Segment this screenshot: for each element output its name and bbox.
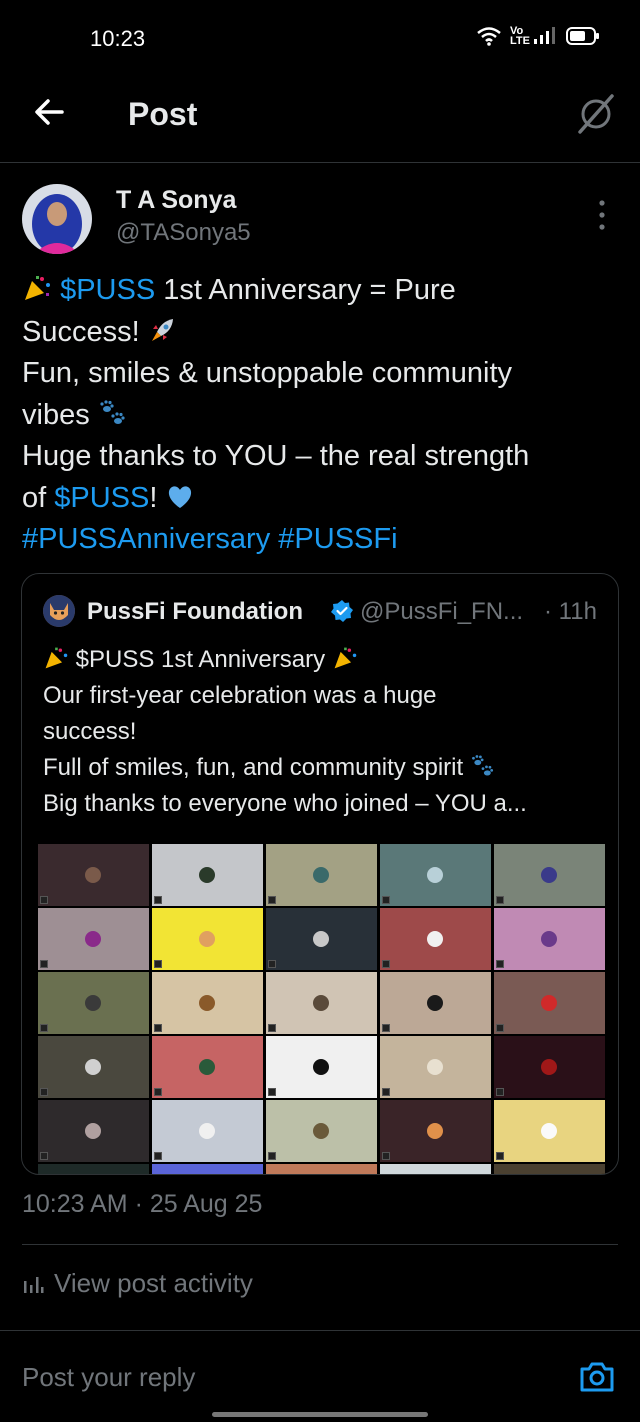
page-title: Post — [128, 96, 198, 132]
grid-tile — [266, 1164, 377, 1174]
battery-icon — [566, 27, 599, 45]
grid-tile — [266, 1100, 377, 1162]
status-icons: Vo LTE — [476, 25, 600, 47]
grid-tile — [494, 908, 605, 970]
grid-tile — [38, 972, 149, 1034]
view-post-activity-link[interactable]: View post activity — [22, 1268, 253, 1299]
grid-tile — [494, 972, 605, 1034]
grid-tile — [494, 844, 605, 906]
back-button[interactable] — [30, 92, 70, 132]
signal-icon — [534, 27, 555, 44]
author-handle[interactable]: @TASonya5 — [116, 219, 251, 247]
post-text-line: Huge thanks to YOU – the real strength — [22, 440, 530, 472]
quoted-post-time: · 11h — [544, 598, 597, 625]
rocket-emoji-icon — [151, 318, 173, 341]
grid-tile — [38, 908, 149, 970]
grid-tile — [380, 972, 491, 1034]
grid-tile — [380, 1164, 491, 1174]
quoted-text-line: Big thanks to everyone who joined – YOU … — [43, 790, 527, 817]
paw-prints-emoji-icon — [471, 755, 493, 776]
grid-tile — [380, 908, 491, 970]
grid-tile — [152, 1164, 263, 1174]
grid-tile — [152, 908, 263, 970]
grid-tile — [380, 1100, 491, 1162]
quoted-post-text: $PUSS 1st Anniversary Our first-year cel… — [43, 642, 603, 822]
grid-tile — [494, 1100, 605, 1162]
grid-tile — [38, 844, 149, 906]
cashtag-link[interactable]: $PUSS — [60, 274, 155, 306]
grid-tile — [494, 1164, 605, 1174]
grid-tile — [38, 1036, 149, 1098]
author-name[interactable]: T A Sonya — [116, 186, 236, 215]
quoted-author-name[interactable]: PussFi Foundation — [87, 598, 303, 626]
divider — [0, 1330, 640, 1331]
back-arrow-icon — [35, 99, 64, 125]
post-text-line: ! — [149, 481, 166, 514]
cashtag-link[interactable]: $PUSS — [54, 482, 149, 514]
author-avatar[interactable] — [22, 184, 92, 254]
quoted-author-handle: @PussFi_FN... — [360, 598, 524, 625]
post-text-line: 1st Anniversary = Pure — [155, 274, 456, 306]
quoted-text-line: Full of smiles, fun, and community spiri… — [43, 754, 470, 781]
quoted-text-line: Our first-year celebration was a huge — [43, 682, 437, 709]
wifi-icon — [477, 27, 501, 46]
reply-input[interactable]: Post your reply — [22, 1362, 195, 1393]
more-vertical-icon — [599, 200, 605, 230]
grid-tile — [38, 1164, 149, 1174]
grok-button[interactable] — [574, 92, 618, 136]
post-timestamp: 10:23 AM · 25 Aug 25 — [22, 1190, 263, 1218]
grid-tile — [152, 972, 263, 1034]
grid-tile — [38, 1100, 149, 1162]
grid-tile — [152, 844, 263, 906]
grid-tile — [380, 844, 491, 906]
grid-tile — [266, 972, 377, 1034]
home-indicator[interactable] — [212, 1412, 428, 1417]
verified-badge-icon — [330, 599, 354, 623]
network-label: Vo LTE — [510, 25, 530, 47]
grid-tile — [152, 1100, 263, 1162]
status-time: 10:23 — [90, 26, 146, 51]
party-popper-emoji-icon — [25, 276, 50, 300]
view-post-activity-label: View post activity — [54, 1268, 253, 1298]
blue-heart-emoji-icon — [169, 485, 192, 508]
grid-tile — [152, 1036, 263, 1098]
quoted-text-line: success! — [43, 718, 137, 745]
camera-button[interactable] — [578, 1358, 616, 1396]
hashtag-link[interactable]: #PUSSAnniversary — [22, 523, 270, 555]
post-text: $PUSS 1st Anniversary = Pure Success! Fu… — [22, 270, 622, 561]
hashtag-link[interactable]: #PUSSFi — [278, 523, 397, 555]
bar-chart-icon — [24, 1276, 44, 1293]
grid-tile — [266, 1036, 377, 1098]
grid-tile — [266, 908, 377, 970]
post-text-line: vibes — [22, 398, 98, 431]
post-text-line: of — [22, 481, 55, 514]
divider — [22, 1244, 618, 1245]
post-text-line: Success! — [22, 315, 148, 348]
grok-icon — [578, 94, 614, 134]
quoted-post[interactable]: PussFi Foundation @PussFi_FN... · 11h $P… — [21, 573, 619, 1175]
grid-tile — [266, 844, 377, 906]
camera-icon — [580, 1362, 614, 1392]
top-bar: Post — [0, 70, 640, 163]
quoted-text-line: $PUSS 1st Anniversary — [69, 646, 332, 673]
quoted-author-avatar[interactable] — [43, 595, 75, 627]
paw-prints-emoji-icon — [100, 399, 125, 424]
more-options-button[interactable] — [592, 198, 612, 232]
grid-tile — [494, 1036, 605, 1098]
party-popper-emoji-icon — [45, 647, 68, 669]
party-popper-emoji-icon — [334, 647, 357, 669]
post-text-line: Fun, smiles & unstoppable community — [22, 357, 512, 389]
grid-tile — [380, 1036, 491, 1098]
